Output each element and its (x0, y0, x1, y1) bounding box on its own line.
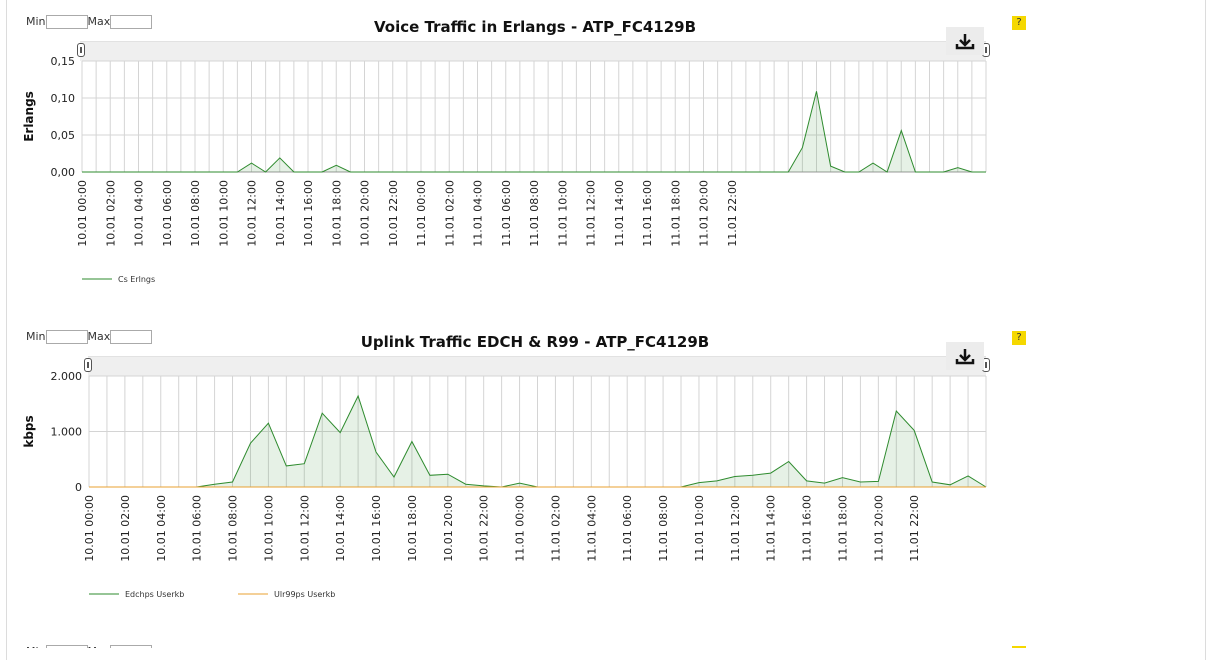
x-tick-label: 11.01 16:00 (801, 495, 814, 562)
x-tick-label: 11.01 16:00 (641, 180, 654, 247)
x-tick-label: 10.01 00:00 (76, 180, 89, 247)
x-tick-label: 10.01 02:00 (119, 495, 132, 562)
x-tick-label: 11.01 14:00 (613, 180, 626, 247)
x-tick-label: 10.01 06:00 (161, 180, 174, 247)
x-tick-label: 11.01 08:00 (657, 495, 670, 562)
x-tick-label: 11.01 08:00 (528, 180, 541, 247)
x-tick-label: 10.01 18:00 (330, 180, 343, 247)
x-tick-label: 11.01 02:00 (443, 180, 456, 247)
x-tick-label: 11.01 18:00 (669, 180, 682, 247)
x-tick-label: 11.01 00:00 (415, 180, 428, 247)
x-tick-label: 10.01 02:00 (104, 180, 117, 247)
x-tick-label: 11.01 06:00 (500, 180, 513, 247)
chart-voice-traffic: 0,00 0,05 0,10 0,15 Erlangs 10.01 00:00 10.01 … (22, 55, 987, 284)
y-tick-label: 0,05 (51, 129, 76, 142)
x-tick-label: 10.01 04:00 (133, 180, 146, 247)
x-tick-label: 10.01 06:00 (191, 495, 204, 562)
x-tick-label: 11.01 10:00 (556, 180, 569, 247)
x-tick-label: 10.01 22:00 (478, 495, 491, 562)
y-tick-label: 0,15 (51, 55, 76, 68)
chart-panel-voice: Min Max Voice Traffic in Erlangs - ATP_F… (0, 0, 1221, 315)
x-tick-label: 10.01 22:00 (387, 180, 400, 247)
x-tick-label: 10.01 10:00 (217, 180, 230, 247)
x-tick-label: 10.01 12:00 (298, 495, 311, 562)
y-tick-label: 0,10 (51, 92, 76, 105)
y-tick-label: 2.000 (51, 370, 83, 383)
x-tick-label: 10.01 00:00 (83, 495, 96, 562)
y-axis-title: kbps (22, 415, 36, 447)
x-tick-label: 10.01 08:00 (189, 180, 202, 247)
x-tick-label: 10.01 20:00 (442, 495, 455, 562)
chart-uplink-traffic: 0 1.000 2.000 kbps 10.01 00:00 10.01 02:00 10.… (22, 370, 987, 599)
x-tick-label: 10.01 20:00 (359, 180, 372, 247)
x-tick-label: 10.01 14:00 (274, 180, 287, 247)
x-tick-label: 11.01 06:00 (621, 495, 634, 562)
x-tick-label: 11.01 18:00 (836, 495, 849, 562)
x-tick-label: 10.01 18:00 (406, 495, 419, 562)
x-tick-label: 11.01 20:00 (698, 180, 711, 247)
x-tick-label: 10.01 16:00 (302, 180, 315, 247)
x-tick-label: 10.01 12:00 (246, 180, 259, 247)
x-tick-label: 11.01 22:00 (908, 495, 921, 562)
legend-label: Edchps Userkb (125, 590, 184, 599)
y-tick-label: 1.000 (51, 426, 83, 439)
x-tick-label: 11.01 04:00 (585, 495, 598, 562)
y-tick-label: 0 (75, 481, 82, 494)
chart-panel-uplink: Min Max Uplink Traffic EDCH & R99 - ATP_… (0, 315, 1221, 630)
x-tick-label: 11.01 04:00 (472, 180, 485, 247)
x-tick-label: 10.01 08:00 (227, 495, 240, 562)
x-tick-label: 10.01 14:00 (334, 495, 347, 562)
x-tick-label: 11.01 02:00 (549, 495, 562, 562)
y-tick-label: 0,00 (51, 166, 76, 179)
x-tick-label: 11.01 20:00 (872, 495, 885, 562)
legend-label: Ulr99ps Userkb (274, 590, 335, 599)
y-axis-title: Erlangs (22, 91, 36, 142)
x-tick-label: 11.01 12:00 (585, 180, 598, 247)
x-tick-label: 11.01 12:00 (729, 495, 742, 562)
chart-panel-next: Min Max (0, 630, 1221, 648)
x-tick-label: 11.01 14:00 (765, 495, 778, 562)
x-tick-label: 11.01 00:00 (514, 495, 527, 562)
legend-label: Cs Erlngs (118, 275, 155, 284)
x-tick-label: 10.01 16:00 (370, 495, 383, 562)
x-tick-label: 11.01 10:00 (693, 495, 706, 562)
x-tick-label: 11.01 22:00 (726, 180, 739, 247)
x-tick-label: 10.01 10:00 (262, 495, 275, 562)
x-tick-label: 10.01 04:00 (155, 495, 168, 562)
